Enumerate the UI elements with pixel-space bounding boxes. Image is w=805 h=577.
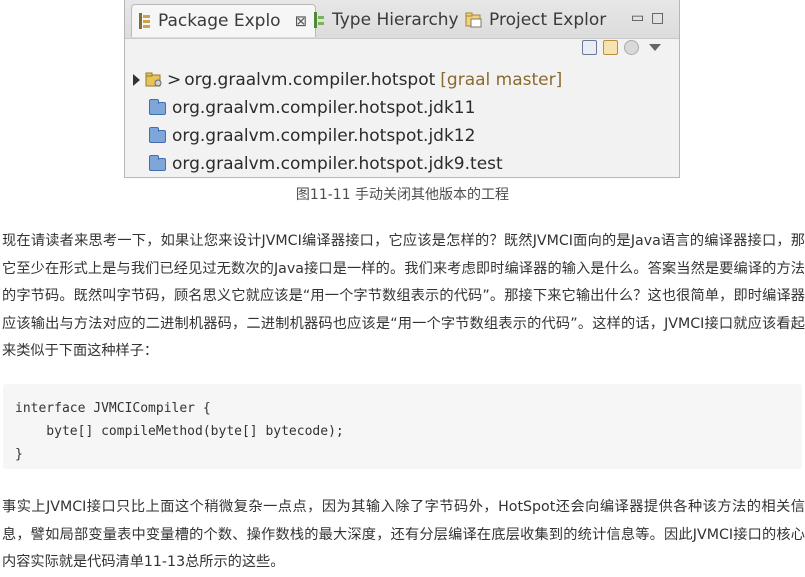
tree-row-project[interactable]: org.graalvm.compiler.hotspot.jdk12: [133, 122, 562, 150]
minimize-icon[interactable]: ▭: [631, 10, 644, 26]
package-explorer-icon: [139, 13, 150, 29]
expand-arrow-icon[interactable]: [133, 74, 140, 86]
tree-row-root-project[interactable]: > org.graalvm.compiler.hotspot [graal ma…: [133, 66, 562, 94]
type-hierarchy-icon: [314, 12, 324, 28]
focus-icon[interactable]: [624, 40, 639, 55]
figure-caption: 图11-11 手动关闭其他版本的工程: [295, 187, 510, 203]
link-with-editor-icon[interactable]: [603, 40, 618, 55]
collapse-all-icon[interactable]: [582, 40, 597, 55]
maximize-icon[interactable]: □: [651, 10, 664, 26]
git-project-icon: [145, 72, 162, 87]
code-line: interface JVMCICompiler {: [15, 401, 211, 416]
code-line: }: [15, 447, 23, 462]
tab-project-explorer[interactable]: Project Explor: [465, 4, 606, 36]
view-menu-chevron-icon[interactable]: [649, 44, 661, 51]
project-name: org.graalvm.compiler.hotspot: [184, 70, 436, 90]
tab-label: Project Explor: [489, 10, 607, 30]
view-tab-bar: Package Explo ⊠ Type Hierarchy Project E…: [125, 0, 679, 39]
tree-row-project[interactable]: org.graalvm.compiler.hotspot.jdk9.test: [133, 150, 562, 177]
code-line: byte[] compileMethod(byte[] bytecode);: [15, 424, 344, 439]
tab-type-hierarchy[interactable]: Type Hierarchy: [312, 4, 459, 36]
close-icon[interactable]: ⊠: [295, 12, 308, 30]
project-name: org.graalvm.compiler.hotspot.jdk11: [172, 98, 476, 118]
tree-row-project[interactable]: org.graalvm.compiler.hotspot.jdk11: [133, 94, 562, 122]
code-block: interface JVMCICompiler { byte[] compile…: [3, 384, 802, 469]
closed-project-folder-icon: [149, 126, 166, 143]
body-paragraph: 现在请读者来思考一下，如果让您来设计JVMCI编译器接口，它应该是怎样的？既然J…: [2, 233, 805, 359]
tab-package-explorer[interactable]: Package Explo ⊠: [131, 4, 317, 37]
package-tree: > org.graalvm.compiler.hotspot [graal ma…: [133, 66, 562, 177]
closed-project-folder-icon: [149, 98, 166, 115]
closed-project-folder-icon: [149, 154, 166, 171]
project-name: org.graalvm.compiler.hotspot.jdk12: [172, 126, 476, 146]
project-explorer-icon: [465, 12, 482, 28]
repo-branch-label: [graal master]: [440, 70, 563, 90]
dirty-marker: >: [167, 70, 182, 90]
project-name: org.graalvm.compiler.hotspot.jdk9.test: [172, 154, 503, 174]
body-paragraph: 事实上JVMCI接口只比上面这个稍微复杂一点点，因为其输入除了字节码外，HotS…: [2, 499, 805, 570]
eclipse-screenshot: Package Explo ⊠ Type Hierarchy Project E…: [124, 0, 680, 178]
tab-label: Type Hierarchy: [332, 10, 459, 30]
view-toolbar: [582, 40, 661, 55]
tab-label: Package Explo: [158, 11, 281, 31]
